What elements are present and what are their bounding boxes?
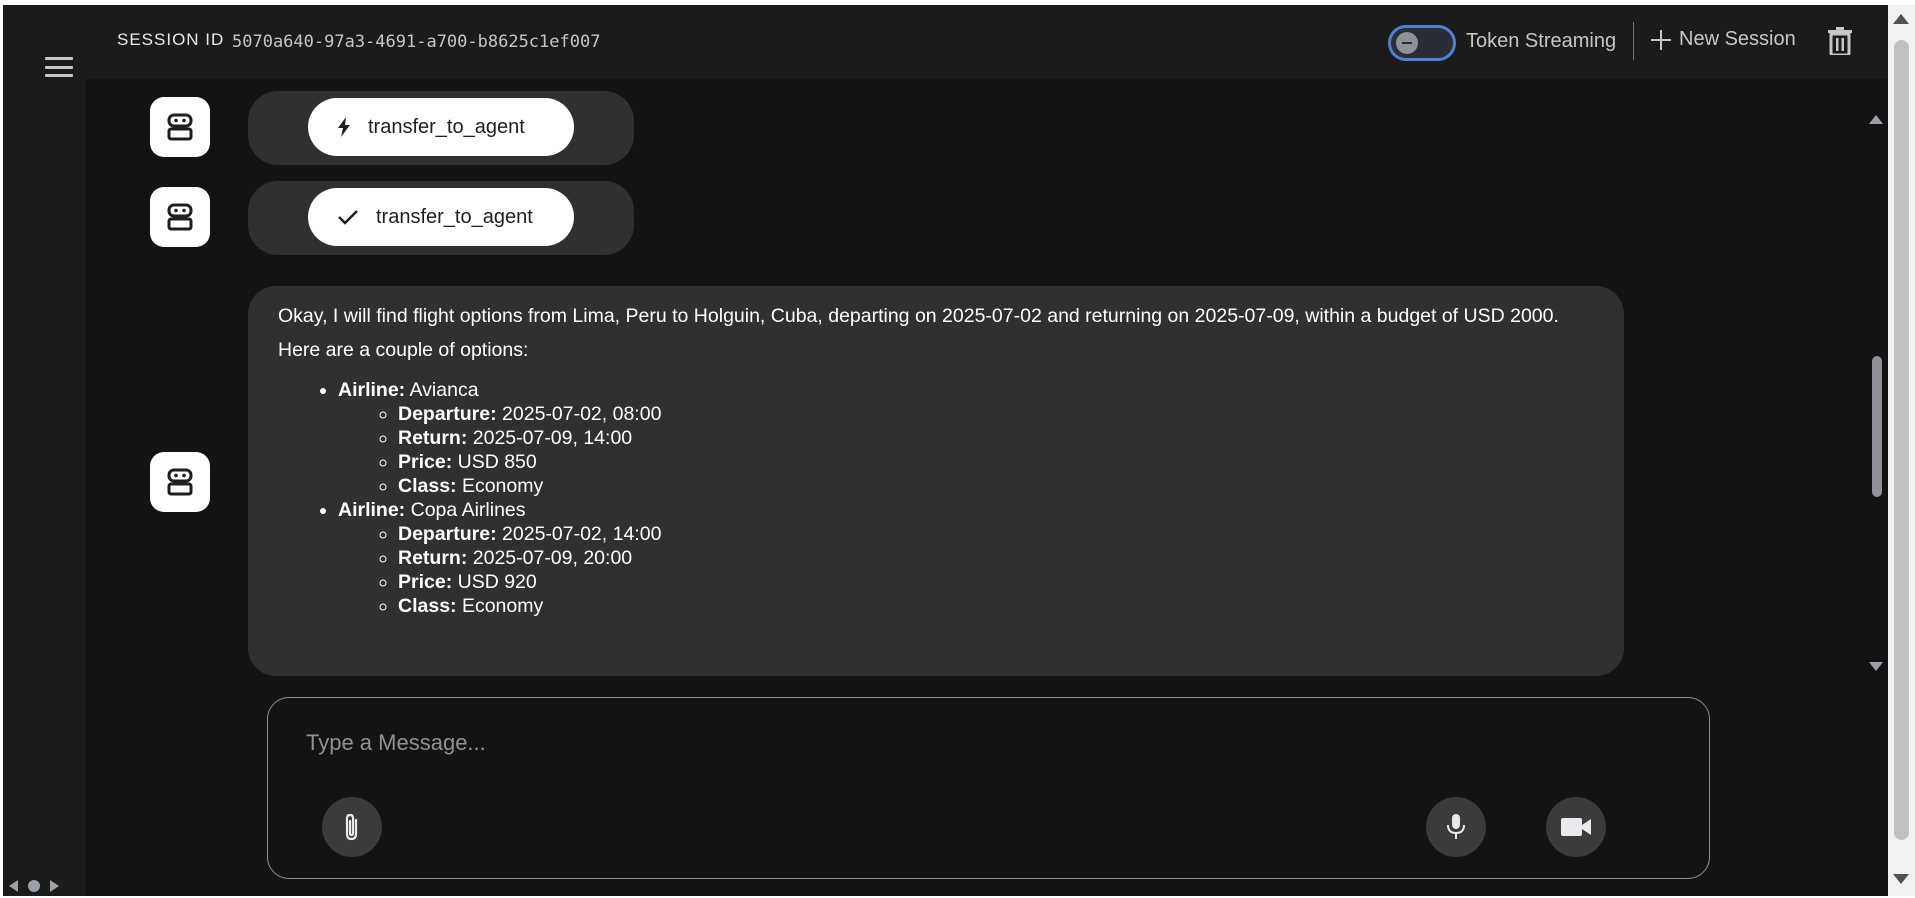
- page-scroll-up-icon[interactable]: [1893, 14, 1909, 24]
- list-item: Class: Economy: [398, 474, 1594, 498]
- bolt-icon: [338, 117, 350, 137]
- detail-value: USD 850: [457, 451, 537, 473]
- airline-key: Airline:: [338, 499, 406, 521]
- tool-result-label: transfer_to_agent: [376, 205, 533, 228]
- list-item: Return: 2025-07-09, 14:00: [398, 426, 1594, 450]
- tool-result-chip[interactable]: transfer_to_agent: [308, 188, 574, 246]
- message-composer: [267, 697, 1710, 879]
- message-lead: Here are a couple of options:: [278, 339, 529, 361]
- detail-key: Departure:: [398, 523, 497, 545]
- detail-key: Return:: [398, 547, 468, 569]
- robot-icon: [150, 97, 210, 157]
- video-camera-icon[interactable]: [1546, 797, 1606, 857]
- detail-value: Economy: [461, 595, 544, 617]
- flight-options-list: Airline: Avianca Departure: 2025-07-02, …: [338, 378, 1594, 618]
- app-frame: SESSION ID 5070a640-97a3-4691-a700-b8625…: [3, 5, 1888, 896]
- scroll-right-icon[interactable]: [50, 880, 59, 892]
- flight-details-list: Departure: 2025-07-02, 14:00 Return: 202…: [398, 522, 1594, 618]
- robot-icon: [150, 187, 210, 247]
- new-session-button[interactable]: New Session: [1651, 28, 1796, 51]
- page-scroll-down-icon[interactable]: [1893, 874, 1909, 884]
- detail-key: Departure:: [398, 403, 497, 425]
- trash-icon[interactable]: [1828, 27, 1852, 60]
- list-item: Return: 2025-07-09, 20:00: [398, 546, 1594, 570]
- detail-value: USD 920: [457, 571, 537, 593]
- check-icon: [338, 210, 358, 225]
- microphone-icon[interactable]: [1426, 797, 1486, 857]
- rail-nav-controls: [9, 880, 59, 892]
- message-input[interactable]: [306, 726, 1606, 760]
- list-item: Price: USD 850: [398, 450, 1594, 474]
- detail-key: Class:: [398, 595, 457, 617]
- chat-scroll-down-icon[interactable]: [1869, 662, 1883, 671]
- menu-icon[interactable]: [43, 53, 75, 81]
- flight-details-list: Departure: 2025-07-02, 08:00 Return: 202…: [398, 402, 1594, 498]
- airline-key: Airline:: [338, 379, 406, 401]
- detail-key: Price:: [398, 451, 453, 473]
- tool-call-label: transfer_to_agent: [368, 115, 525, 138]
- page-scrollbar-thumb[interactable]: [1894, 40, 1909, 840]
- agent-message-bubble: Okay, I will find flight options from Li…: [248, 286, 1624, 676]
- detail-value: 2025-07-09, 20:00: [472, 547, 633, 569]
- chat-area: transfer_to_agent transfer_to_agent Okay…: [86, 79, 1866, 679]
- list-item: Airline: Avianca Departure: 2025-07-02, …: [338, 378, 1594, 498]
- detail-key: Class:: [398, 475, 457, 497]
- list-item: Departure: 2025-07-02, 08:00: [398, 402, 1594, 426]
- chat-scrollbar-thumb[interactable]: [1872, 356, 1882, 497]
- session-id-label: SESSION ID: [117, 30, 225, 49]
- airline-value: Copa Airlines: [410, 499, 526, 521]
- robot-icon: [150, 452, 210, 512]
- token-streaming-label: Token Streaming: [1466, 30, 1617, 52]
- chat-scroll-up-icon[interactable]: [1869, 115, 1883, 124]
- token-streaming-toggle[interactable]: [1388, 25, 1456, 61]
- session-id-value: 5070a640-97a3-4691-a700-b8625c1ef007: [232, 32, 601, 52]
- tool-result-bubble: transfer_to_agent: [248, 181, 634, 255]
- tool-call-bubble: transfer_to_agent: [248, 91, 634, 165]
- plus-icon: [1651, 29, 1671, 50]
- scroll-left-icon[interactable]: [9, 880, 18, 892]
- list-item: Price: USD 920: [398, 570, 1594, 594]
- paperclip-icon[interactable]: [322, 797, 382, 857]
- detail-key: Return:: [398, 427, 468, 449]
- message-intro: Okay, I will find flight options from Li…: [278, 305, 1559, 327]
- list-item: Departure: 2025-07-02, 14:00: [398, 522, 1594, 546]
- divider: [1633, 22, 1634, 60]
- detail-key: Price:: [398, 571, 453, 593]
- airline-value: Avianca: [409, 379, 479, 401]
- new-session-label: New Session: [1679, 28, 1796, 50]
- detail-value: 2025-07-02, 14:00: [502, 523, 662, 545]
- detail-value: 2025-07-09, 14:00: [472, 427, 633, 449]
- detail-value: 2025-07-02, 08:00: [502, 403, 662, 425]
- list-item: Class: Economy: [398, 594, 1594, 618]
- toggle-knob-icon: [1396, 32, 1418, 54]
- top-bar: SESSION ID 5070a640-97a3-4691-a700-b8625…: [86, 5, 1888, 79]
- side-rail: [3, 5, 86, 896]
- tool-call-chip[interactable]: transfer_to_agent: [308, 98, 574, 156]
- list-item: Airline: Copa Airlines Departure: 2025-0…: [338, 498, 1594, 618]
- detail-value: Economy: [461, 475, 544, 497]
- scroll-dot-icon[interactable]: [28, 880, 40, 892]
